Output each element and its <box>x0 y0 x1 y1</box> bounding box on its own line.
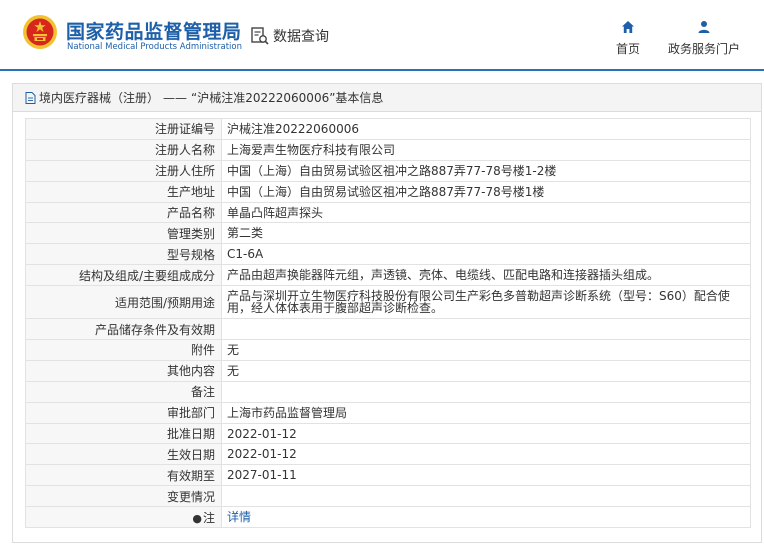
data-query-label: 数据查询 <box>273 29 329 45</box>
table-row: 生效日期 2022-01-12 <box>25 443 751 466</box>
table-row: 审批部门 上海市药品监督管理局 <box>25 401 751 424</box>
field-label: 备注 <box>25 380 222 403</box>
data-query-link[interactable]: 数据查询 <box>250 26 329 46</box>
brand-title-cn[interactable]: 国家药品监督管理局 <box>66 17 242 44</box>
document-icon <box>25 91 36 104</box>
table-row: 其他内容无 <box>25 359 751 382</box>
field-value: 2022-01-12 <box>221 422 751 445</box>
field-label: 批准日期 <box>25 422 222 445</box>
field-label: 生效日期 <box>25 443 222 466</box>
note-label-cell: ●注 <box>25 506 222 529</box>
registration-info-table: 注册证编号 沪械注准20222060006 注册人名称 上海爱声生物医疗科技有限公司… <box>25 118 751 529</box>
field-value: 沪械注准20222060006 <box>221 118 751 140</box>
note-label: 注 <box>202 510 215 525</box>
field-value <box>221 485 751 508</box>
detail-panel: 境内医疗器械（注册） —— “沪械注准20222060006”基本信息 注册证编… <box>12 83 762 543</box>
field-label: 产品储存条件及有效期 <box>25 318 222 341</box>
field-value: 无 <box>221 339 751 361</box>
bulb-icon: ● <box>192 511 202 525</box>
table-row: 有效期至 2027-01-11 <box>25 464 751 487</box>
field-label: 变更情况 <box>25 485 222 508</box>
table-row: 变更情况 <box>25 485 751 508</box>
field-value: 2027-01-11 <box>221 464 751 487</box>
field-label: 审批部门 <box>25 401 222 424</box>
nav-service-portal[interactable]: 政务服务门户 <box>665 20 743 57</box>
table-row: 管理类别 第二类 <box>25 222 751 245</box>
field-label: 注册人名称 <box>25 138 222 161</box>
field-value: 上海爱声生物医疗科技有限公司 <box>221 138 751 161</box>
field-value: 无 <box>221 359 751 382</box>
field-value <box>221 318 751 341</box>
details-link[interactable]: 详情 <box>227 510 251 524</box>
brand-title-en[interactable]: National Medical Products Administration <box>67 42 242 52</box>
table-row: 型号规格 C1-6A <box>25 243 751 266</box>
table-row: 注册证编号 沪械注准20222060006 <box>25 118 751 140</box>
field-label: 结构及组成/主要组成成分 <box>25 264 222 287</box>
field-value: 第二类 <box>221 222 751 245</box>
field-label: 适用范围/预期用途 <box>25 285 222 320</box>
table-row: 批准日期 2022-01-12 <box>25 422 751 445</box>
home-icon <box>622 21 634 33</box>
field-label: 注册证编号 <box>25 118 222 140</box>
field-label: 其他内容 <box>25 359 222 382</box>
field-value: 产品由超声换能器阵元组，声透镜、壳体、电缆线、匹配电路和连接器插头组成。 <box>221 264 751 287</box>
field-label: 注册人住所 <box>25 159 222 182</box>
note-value-cell: 详情 <box>221 506 751 529</box>
user-icon <box>698 21 710 33</box>
nav-home-label: 首页 <box>615 42 640 56</box>
table-row: 产品名称 单晶凸阵超声探头 <box>25 201 751 224</box>
field-value: 2022-01-12 <box>221 443 751 466</box>
table-row: ●注 详情 <box>25 506 751 529</box>
field-label: 附件 <box>25 339 222 361</box>
nav-service-portal-label: 政务服务门户 <box>667 42 740 56</box>
document-search-icon <box>251 27 269 45</box>
table-row: 注册人名称 上海爱声生物医疗科技有限公司 <box>25 138 751 161</box>
national-emblem-icon[interactable] <box>22 14 58 50</box>
field-value: 中国（上海）自由贸易试验区祖冲之路887弄77-78号楼1楼 <box>221 180 751 203</box>
field-label: 产品名称 <box>25 201 222 224</box>
breadcrumb-category[interactable]: 境内医疗器械（注册） <box>39 89 159 106</box>
field-value: 产品与深圳开立生物医疗科技股份有限公司生产彩色多普勒超声诊断系统（型号：S60）… <box>221 285 751 320</box>
nav-home[interactable]: 首页 <box>613 20 643 57</box>
site-header: 国家药品监督管理局 National Medical Products Admi… <box>0 0 764 71</box>
table-row: 生产地址 中国（上海）自由贸易试验区祖冲之路887弄77-78号楼1楼 <box>25 180 751 203</box>
table-row: 产品储存条件及有效期 <box>25 318 751 341</box>
table-row: 附件无 <box>25 339 751 361</box>
field-value <box>221 380 751 403</box>
breadcrumb: 境内医疗器械（注册） —— “沪械注准20222060006”基本信息 <box>13 84 761 112</box>
breadcrumb-separator: —— <box>163 90 188 105</box>
field-value: 上海市药品监督管理局 <box>221 401 751 424</box>
field-label: 有效期至 <box>25 464 222 487</box>
field-label: 管理类别 <box>25 222 222 245</box>
field-value: 单晶凸阵超声探头 <box>221 201 751 224</box>
field-value: 中国（上海）自由贸易试验区祖冲之路887弄77-78号楼1-2楼 <box>221 159 751 182</box>
field-value: C1-6A <box>221 243 751 266</box>
breadcrumb-record: “沪械注准20222060006”基本信息 <box>191 91 384 105</box>
field-label: 生产地址 <box>25 180 222 203</box>
table-row: 结构及组成/主要组成成分 产品由超声换能器阵元组，声透镜、壳体、电缆线、匹配电路和… <box>25 264 751 287</box>
table-row: 适用范围/预期用途 产品与深圳开立生物医疗科技股份有限公司生产彩色多普勒超声诊断系… <box>25 285 751 320</box>
table-row: 备注 <box>25 380 751 403</box>
table-row: 注册人住所 中国（上海）自由贸易试验区祖冲之路887弄77-78号楼1-2楼 <box>25 159 751 182</box>
field-label: 型号规格 <box>25 243 222 266</box>
